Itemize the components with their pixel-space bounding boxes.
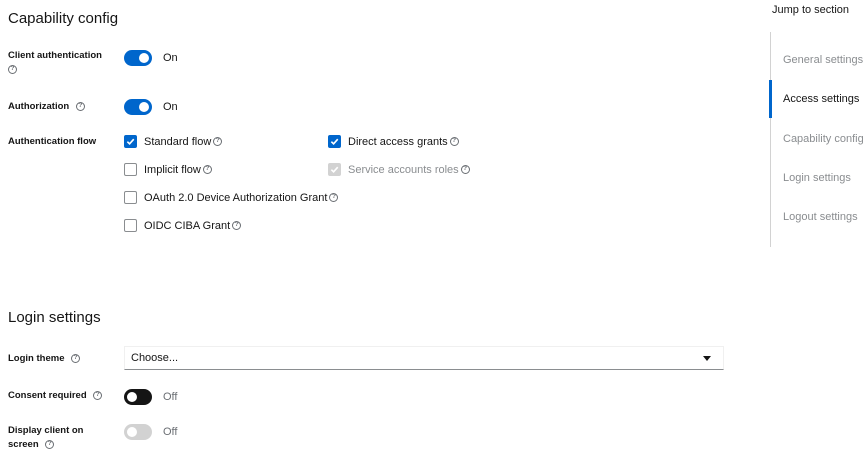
login-theme-label-text: Login theme [8,353,65,364]
oauth-device-grant-label: OAuth 2.0 Device Authorization Grant [144,191,328,204]
client-authentication-label-text: Client authentication [8,50,102,61]
standard-flow-label: Standard flow [144,135,212,148]
jump-item-capability-config[interactable]: Capability config [783,133,864,145]
authorization-switch[interactable] [124,99,152,115]
help-icon[interactable]: ? [232,221,242,230]
help-icon[interactable]: ? [460,165,470,174]
checkbox-checked-icon [328,163,341,176]
checkbox-checked-icon [328,135,341,148]
implicit-flow-checkbox[interactable]: Implicit flow ? [124,163,212,176]
checkbox-checked-icon [124,135,137,148]
help-icon[interactable]: ? [75,101,85,111]
service-accounts-roles-label: Service accounts roles [348,163,459,176]
client-authentication-label: Client authentication ? [8,49,113,77]
help-icon[interactable]: ? [213,137,223,146]
switch-knob [139,53,149,63]
client-authentication-state: On [163,52,178,64]
checkbox-unchecked-icon [124,191,137,204]
consent-required-state: Off [163,391,178,403]
help-icon[interactable]: ? [449,137,459,146]
jump-item-logout-settings[interactable]: Logout settings [783,211,858,223]
help-icon[interactable]: ? [202,165,212,174]
help-icon[interactable]: ? [8,64,17,74]
jump-item-login-settings[interactable]: Login settings [783,172,851,184]
authorization-label: Authorization ? [8,100,113,114]
oauth-device-grant-checkbox[interactable]: OAuth 2.0 Device Authorization Grant ? [124,191,339,204]
switch-knob [127,392,137,402]
switch-knob [139,102,149,112]
checkbox-unchecked-icon [124,163,137,176]
login-settings-title: Login settings [8,309,101,326]
capability-config-title: Capability config [8,10,119,27]
authorization-label-text: Authorization [8,101,70,112]
jump-item-access-settings[interactable]: Access settings [783,93,859,105]
direct-access-grants-checkbox[interactable]: Direct access grants ? [328,135,459,148]
jump-item-general-settings[interactable]: General settings [783,54,863,66]
display-client-switch [124,424,152,440]
standard-flow-checkbox[interactable]: Standard flow ? [124,135,223,148]
consent-required-label: Consent required ? [8,389,113,403]
oidc-ciba-grant-checkbox[interactable]: OIDC CIBA Grant ? [124,219,242,232]
help-icon[interactable]: ? [71,353,81,363]
display-client-state: Off [163,426,178,438]
login-theme-value: Choose... [131,352,179,364]
display-client-label: Display client on screen ? [8,424,98,452]
jump-to-section-title: Jump to section [772,4,850,16]
caret-down-icon [703,356,711,361]
help-icon[interactable]: ? [329,193,339,202]
authentication-flow-label: Authentication flow [8,136,97,147]
jump-active-indicator [769,80,772,118]
jump-to-section-nav: General settings Access settings Capabil… [769,32,865,247]
consent-required-label-text: Consent required [8,390,87,401]
login-theme-select[interactable]: Choose... [124,346,724,370]
login-theme-label: Login theme ? [8,352,113,366]
service-accounts-roles-checkbox: Service accounts roles ? [328,163,470,176]
checkbox-unchecked-icon [124,219,137,232]
direct-access-grants-label: Direct access grants [348,135,448,148]
oidc-ciba-grant-label: OIDC CIBA Grant [144,219,231,232]
switch-knob [127,427,137,437]
implicit-flow-label: Implicit flow [144,163,201,176]
consent-required-switch[interactable] [124,389,152,405]
help-icon[interactable]: ? [45,439,55,449]
help-icon[interactable]: ? [93,390,103,400]
authorization-state: On [163,101,178,113]
client-authentication-switch[interactable] [124,50,152,66]
